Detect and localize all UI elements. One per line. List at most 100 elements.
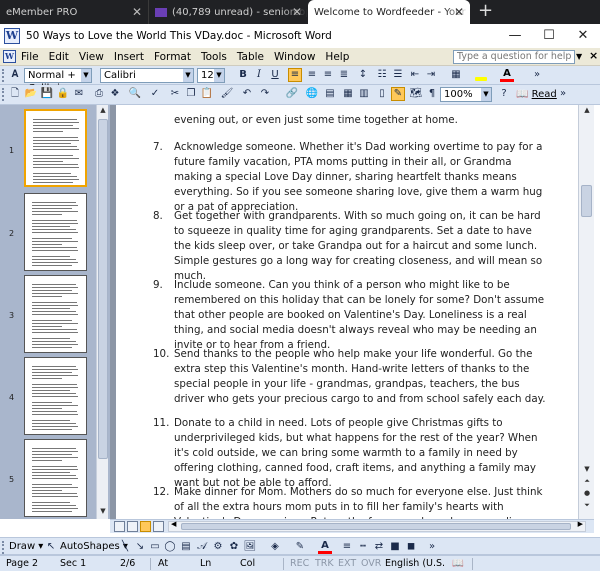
save-icon[interactable]: 💾 xyxy=(40,87,54,101)
bold-button[interactable]: B xyxy=(236,68,250,82)
menu-view[interactable]: View xyxy=(74,51,109,63)
toolbar-options-icon[interactable]: » xyxy=(425,540,439,554)
scroll-thumb[interactable] xyxy=(581,185,592,217)
open-folder-icon[interactable]: 📂 xyxy=(24,87,38,101)
normal-view-icon[interactable] xyxy=(114,521,125,532)
format-painter-icon[interactable]: 🖌 xyxy=(220,87,234,101)
menu-edit[interactable]: Edit xyxy=(44,51,74,63)
menu-help[interactable]: Help xyxy=(320,51,354,63)
chevron-down-icon[interactable]: ▼ xyxy=(81,69,91,82)
font-color-icon[interactable]: A xyxy=(500,68,514,82)
drawing-toggle-icon[interactable]: ✎ xyxy=(391,87,405,101)
scroll-thumb[interactable] xyxy=(98,119,108,459)
read-button[interactable]: 📖 Read xyxy=(516,87,557,102)
undo-icon[interactable]: ↶ xyxy=(240,87,254,101)
toolbar-grip[interactable] xyxy=(2,69,5,82)
previous-page-icon[interactable]: ⏶ xyxy=(579,477,595,486)
rectangle-icon[interactable]: ▭ xyxy=(148,540,162,554)
border-icon[interactable]: ▦ xyxy=(449,68,463,82)
document-page[interactable]: evening out, or even just some time toge… xyxy=(116,105,578,519)
outline-view-icon[interactable] xyxy=(153,521,164,532)
wordart-icon[interactable]: 𝒜 xyxy=(195,540,209,554)
select-objects-icon[interactable]: ↖ xyxy=(44,540,58,554)
page-thumbnail[interactable] xyxy=(24,357,87,435)
page-thumbnail-selected[interactable] xyxy=(24,109,87,187)
tab-close-icon[interactable]: ✕ xyxy=(292,5,302,19)
arrow-style-icon[interactable]: ⇄ xyxy=(372,540,386,554)
new-document-icon[interactable]: 🗋 xyxy=(8,87,22,101)
align-center-button[interactable]: ≡ xyxy=(305,68,319,82)
highlight-icon[interactable] xyxy=(474,68,488,82)
scroll-down-icon[interactable]: ▼ xyxy=(97,507,109,515)
spelling-status-icon[interactable]: 📖 xyxy=(452,557,464,571)
font-color-icon[interactable]: A xyxy=(318,540,332,554)
tab-close-icon[interactable]: ✕ xyxy=(132,5,142,19)
bullets-icon[interactable]: ☰ xyxy=(391,68,405,82)
3d-style-icon[interactable]: ◼ xyxy=(404,540,418,554)
numbering-icon[interactable]: ☷ xyxy=(375,68,389,82)
chevron-down-icon[interactable]: ▼ xyxy=(183,69,193,82)
menu-file[interactable]: File xyxy=(16,51,44,63)
insert-table-icon[interactable]: ▦ xyxy=(341,87,355,101)
page-thumbnail[interactable] xyxy=(24,193,87,271)
align-right-button[interactable]: ≡ xyxy=(321,68,335,82)
toolbar-options-icon[interactable]: » xyxy=(530,68,544,82)
toolbar-options-icon[interactable]: » xyxy=(556,87,570,101)
scroll-up-icon[interactable]: ▲ xyxy=(97,106,109,114)
hyperlink-icon[interactable]: 🔗 xyxy=(285,87,299,101)
new-tab-icon[interactable]: + xyxy=(470,0,493,24)
document-icon[interactable]: W xyxy=(3,50,16,63)
shadow-icon[interactable]: ■ xyxy=(388,540,402,554)
line-spacing-icon[interactable]: ↕ xyxy=(356,68,370,82)
page-thumbnail[interactable] xyxy=(24,275,87,353)
clip-art-icon[interactable]: ✿ xyxy=(227,540,241,554)
globe-icon[interactable]: 🌐 xyxy=(305,87,319,101)
justify-button[interactable]: ≣ xyxy=(337,68,351,82)
increase-indent-icon[interactable]: ⇥ xyxy=(424,68,438,82)
cut-icon[interactable]: ✂ xyxy=(168,87,182,101)
scroll-right-icon[interactable]: ▶ xyxy=(578,520,583,528)
draw-menu-button[interactable]: Draw ▾ xyxy=(9,540,43,554)
print-preview-icon[interactable]: 🔍 xyxy=(128,87,142,101)
scroll-up-icon[interactable]: ▲ xyxy=(579,106,595,114)
minimize-icon[interactable]: — xyxy=(498,24,532,48)
paste-icon[interactable]: 📋 xyxy=(200,87,214,101)
horizontal-scrollbar[interactable]: ◀ ▶ xyxy=(168,520,586,532)
help-icon[interactable]: ? xyxy=(497,87,511,101)
status-rec[interactable]: REC xyxy=(290,557,309,571)
toolbar-grip[interactable] xyxy=(2,541,5,554)
toolbar-grip[interactable] xyxy=(2,88,5,101)
scroll-thumb[interactable] xyxy=(181,523,571,530)
copy-icon[interactable]: ❐ xyxy=(184,87,198,101)
permission-icon[interactable]: 🔒 xyxy=(56,87,70,101)
maximize-icon[interactable]: ☐ xyxy=(532,24,566,48)
columns-icon[interactable]: ▯ xyxy=(375,87,389,101)
research-icon[interactable]: ❖ xyxy=(108,87,122,101)
font-size-select[interactable]: 12 ▼ xyxy=(197,68,225,83)
underline-button[interactable]: U xyxy=(268,68,282,82)
vertical-scrollbar[interactable]: ▲ ▼ ⏶ ● ⏷ xyxy=(578,105,594,519)
dash-style-icon[interactable]: ┅ xyxy=(356,540,370,554)
font-select[interactable]: Calibri ▼ xyxy=(100,68,194,83)
menu-window[interactable]: Window xyxy=(269,51,320,63)
browser-tab-active[interactable]: Welcome to Wordfeeder - Your So ✕ xyxy=(308,0,470,24)
close-document-icon[interactable]: × xyxy=(589,49,598,62)
picture-icon[interactable]: 🖼 xyxy=(243,540,257,554)
chevron-down-icon[interactable]: ▼ xyxy=(481,88,491,101)
help-search-input[interactable]: Type a question for help xyxy=(453,50,575,64)
browse-object-icon[interactable]: ● xyxy=(579,489,595,497)
insert-excel-icon[interactable]: ▥ xyxy=(357,87,371,101)
spelling-icon[interactable]: ✓ xyxy=(148,87,162,101)
redo-icon[interactable]: ↷ xyxy=(258,87,272,101)
diagram-icon[interactable]: ⚙ xyxy=(211,540,225,554)
fill-color-icon[interactable]: ◈ xyxy=(268,540,282,554)
align-left-button[interactable]: ≡ xyxy=(288,68,302,82)
decrease-indent-icon[interactable]: ⇤ xyxy=(408,68,422,82)
chevron-down-icon[interactable]: ▼ xyxy=(214,69,224,82)
line-style-icon[interactable]: ≡ xyxy=(340,540,354,554)
tables-borders-icon[interactable]: ▤ xyxy=(323,87,337,101)
style-select[interactable]: Normal + Calibri▼ xyxy=(24,68,92,94)
print-icon[interactable]: ⎙ xyxy=(92,87,106,101)
browser-tab[interactable]: eMember PRO ✕ xyxy=(0,0,148,24)
status-ext[interactable]: EXT xyxy=(338,557,356,571)
